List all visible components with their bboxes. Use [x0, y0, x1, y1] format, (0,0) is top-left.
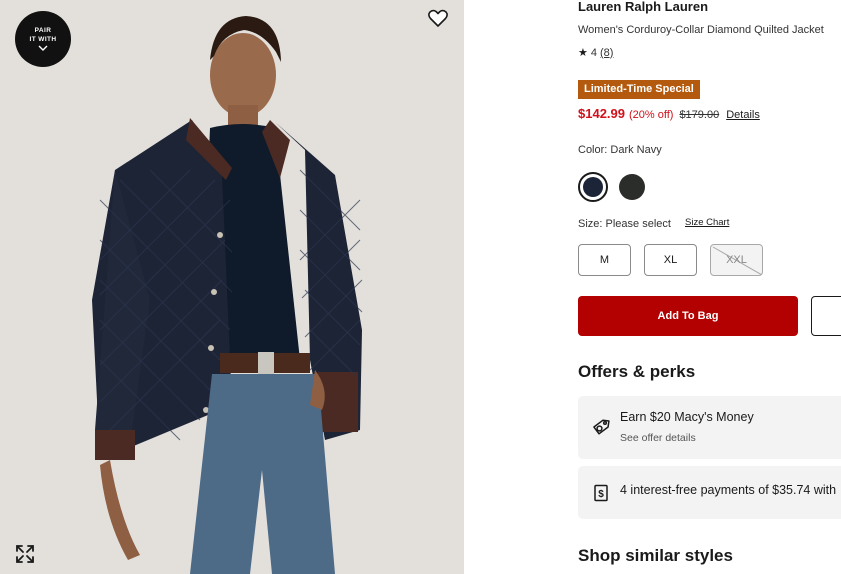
similar-styles-heading: Shop similar styles	[578, 546, 733, 565]
heart-outline-icon[interactable]	[426, 6, 450, 30]
price-row: $142.99 (20% off) $179.00 Details	[578, 106, 760, 121]
product-details-panel: Lauren Ralph Lauren Women's Corduroy-Col…	[578, 0, 841, 574]
pair-it-with-label: PAIR IT WITH	[29, 27, 57, 43]
promo-badge: Limited-Time Special	[578, 80, 700, 99]
swatch-fill	[583, 177, 603, 197]
offer-card-installments[interactable]: $ 4 interest-free payments of $35.74 wit…	[578, 466, 841, 519]
rating-summary[interactable]: ★ 4 (8)	[578, 46, 613, 60]
add-to-bag-button[interactable]: Add To Bag	[578, 296, 798, 336]
size-option-m[interactable]: M	[578, 244, 631, 276]
product-photo[interactable]	[0, 0, 464, 574]
offers-heading: Offers & perks	[578, 362, 696, 381]
size-option-xxl[interactable]: XXL	[710, 244, 763, 276]
color-swatch-dark-navy[interactable]	[578, 172, 608, 202]
size-option-label: XXL	[726, 254, 747, 266]
brand-name[interactable]: Lauren Ralph Lauren	[578, 0, 708, 14]
offer-title: 4 interest-free payments of $35.74 with	[620, 483, 837, 497]
tag-dollar-icon	[593, 419, 610, 435]
chevron-down-icon	[38, 45, 48, 51]
color-label: Color: Dark Navy	[578, 144, 662, 156]
expand-arrows-icon[interactable]	[14, 543, 36, 565]
size-label: Size: Please select	[578, 218, 671, 230]
swatch-fill	[619, 174, 645, 200]
percent-off: (20% off)	[629, 109, 674, 121]
review-count-link[interactable]: (8)	[600, 47, 613, 59]
product-image-panel: PAIR IT WITH	[0, 0, 464, 574]
price-details-link[interactable]: Details	[726, 109, 760, 121]
star-icon: ★	[578, 47, 588, 59]
dollar-receipt-icon: $	[594, 484, 608, 502]
original-price: $179.00	[679, 109, 720, 121]
pair-it-with-button[interactable]: PAIR IT WITH	[15, 11, 71, 67]
offer-details-link[interactable]: See offer details	[620, 432, 696, 444]
svg-text:$: $	[598, 489, 604, 500]
color-swatch-charcoal[interactable]	[617, 172, 647, 202]
offer-title: Earn $20 Macy's Money	[620, 410, 754, 424]
rating-value: 4	[590, 46, 597, 59]
size-chart-link[interactable]: Size Chart	[685, 217, 729, 228]
secondary-action-button[interactable]	[811, 296, 841, 336]
offer-card-macys-money[interactable]: Earn $20 Macy's Money See offer details	[578, 396, 841, 459]
sale-price: $142.99	[578, 106, 625, 121]
size-option-xl[interactable]: XL	[644, 244, 697, 276]
product-title: Women's Corduroy-Collar Diamond Quilted …	[578, 24, 824, 36]
